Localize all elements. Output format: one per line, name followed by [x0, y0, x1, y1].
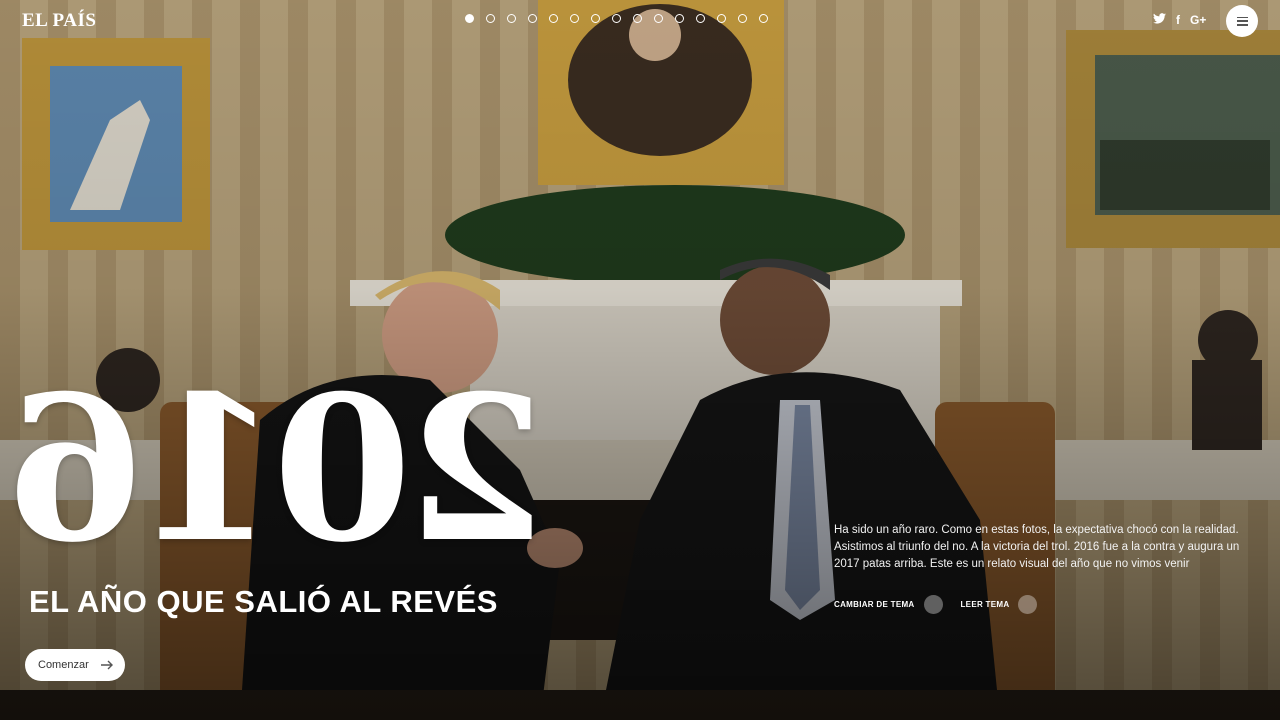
slide-dot[interactable] — [675, 14, 684, 23]
change-topic-circle-icon — [923, 595, 943, 614]
slide-dot[interactable] — [612, 14, 621, 23]
topic-actions: CAMBIAR DE TEMA LEER TEMA — [834, 595, 1055, 614]
el-pais-logo[interactable]: EL PAÍS — [22, 10, 96, 32]
slide-dot[interactable] — [633, 14, 642, 23]
menu-button[interactable] — [1226, 5, 1258, 37]
intro-paragraph: Ha sido un año raro. Como en estas fotos… — [834, 524, 1240, 570]
start-button[interactable]: Comenzar — [25, 649, 125, 681]
hamburger-icon — [1236, 16, 1248, 26]
slide-dot[interactable] — [654, 14, 663, 23]
arrow-right-icon — [101, 660, 113, 670]
slide-dot[interactable] — [465, 14, 474, 23]
hero-subtitle: EL AÑO QUE SALIÓ AL REVÉS — [29, 584, 498, 619]
slide-dot[interactable] — [717, 14, 726, 23]
change-topic-label: CAMBIAR DE TEMA — [834, 600, 915, 609]
slide-dot[interactable] — [507, 14, 516, 23]
slide-dot[interactable] — [591, 14, 600, 23]
slide-dot[interactable] — [738, 14, 747, 23]
slide-dot[interactable] — [759, 14, 768, 23]
slide-pagination — [465, 14, 768, 23]
facebook-icon[interactable]: f — [1176, 13, 1180, 27]
start-button-label: Comenzar — [38, 659, 89, 671]
change-topic-button[interactable]: CAMBIAR DE TEMA — [834, 595, 943, 614]
slide-dot[interactable] — [528, 14, 537, 23]
slide-dot[interactable] — [549, 14, 558, 23]
read-topic-button[interactable]: LEER TEMA — [961, 595, 1038, 614]
twitter-icon[interactable] — [1153, 13, 1166, 27]
slide-dot[interactable] — [486, 14, 495, 23]
social-share: f G+ — [1153, 13, 1206, 27]
hero-year-mirrored: 2016 — [12, 352, 545, 587]
read-topic-label: LEER TEMA — [960, 600, 1010, 609]
slide-dot[interactable] — [570, 14, 579, 23]
slide-dot[interactable] — [696, 14, 705, 23]
read-topic-circle-icon — [1018, 595, 1038, 614]
google-plus-icon[interactable]: G+ — [1190, 13, 1206, 27]
